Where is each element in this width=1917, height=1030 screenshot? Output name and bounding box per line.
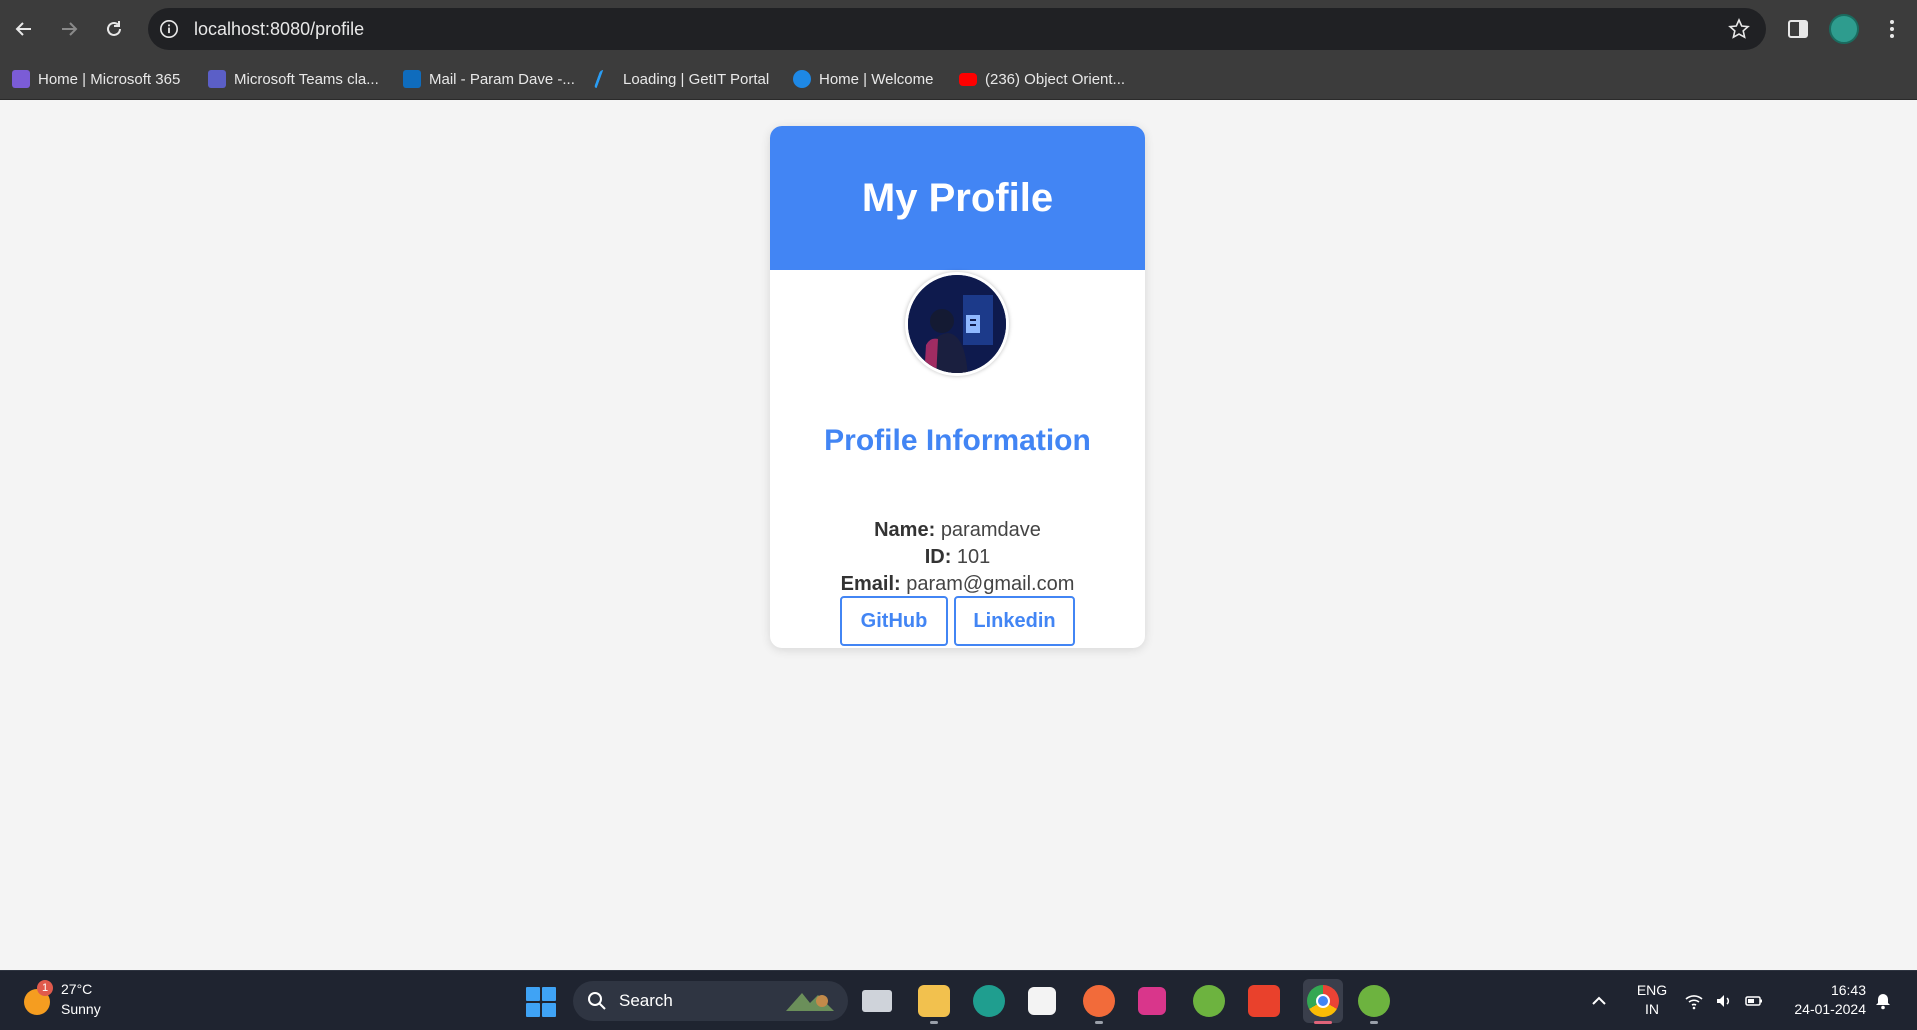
linkedin-button[interactable]: Linkedin — [954, 596, 1075, 646]
battery-icon[interactable] — [1744, 991, 1764, 1011]
weather-temp[interactable]: 27°C — [61, 981, 92, 997]
bookmark-label: Loading | GetIT Portal — [623, 70, 770, 88]
page-content: My Profile Profile Information Name: par… — [0, 100, 1917, 970]
bookmark-label: Microsoft Teams cla... — [234, 70, 379, 88]
bookmark-item[interactable]: Home | Welcome — [793, 58, 934, 100]
outlook-icon — [403, 70, 421, 88]
email-row: Email: param@gmail.com — [770, 573, 1145, 596]
teams-icon — [208, 70, 226, 88]
bookmarks-bar: Home | Microsoft 365 Microsoft Teams cla… — [0, 58, 1917, 100]
name-label: Name: — [874, 519, 936, 541]
wifi-icon[interactable] — [1684, 991, 1704, 1011]
microsoft365-icon — [12, 70, 30, 88]
section-title: Profile Information — [824, 424, 1091, 457]
chevron-up-icon[interactable] — [1589, 991, 1609, 1011]
email-value: param@gmail.com — [906, 573, 1075, 595]
file-explorer-icon[interactable] — [918, 985, 950, 1017]
bookmark-star-icon[interactable] — [1728, 18, 1750, 40]
avatar-image — [908, 275, 1006, 373]
spring-tools-icon[interactable] — [1193, 985, 1225, 1017]
clock-date: 24-01-2024 — [1794, 1001, 1866, 1017]
running-indicator — [1370, 1021, 1378, 1024]
bookmark-item[interactable]: Microsoft Teams cla... — [208, 58, 379, 100]
language-indicator[interactable]: ENG IN — [1632, 981, 1672, 1019]
site-info-icon[interactable] — [158, 18, 180, 40]
search-highlight-icon — [786, 993, 834, 1011]
name-row: Name: paramdave — [770, 519, 1145, 542]
profile-avatar-button[interactable] — [1829, 14, 1859, 44]
windows-logo-icon — [542, 987, 556, 1001]
bookmark-label: (236) Object Orient... — [985, 70, 1126, 88]
windows-logo-icon — [526, 987, 540, 1001]
weather-desc[interactable]: Sunny — [61, 1001, 101, 1017]
id-row: ID: 101 — [770, 546, 1145, 569]
intellij-icon[interactable] — [1138, 987, 1166, 1015]
bookmark-label: Home | Welcome — [819, 70, 934, 88]
store-icon[interactable] — [1028, 987, 1056, 1015]
windows-logo-icon — [526, 1003, 540, 1017]
getit-icon — [593, 70, 609, 88]
page-title: My Profile — [861, 175, 1054, 220]
reload-button[interactable] — [97, 12, 131, 46]
id-value: 101 — [956, 546, 991, 568]
bookmark-label: Home | Microsoft 365 — [38, 70, 181, 88]
task-view-icon[interactable] — [862, 990, 892, 1012]
url-text[interactable]: localhost:8080/profile — [194, 8, 364, 50]
link-buttons: GitHub Linkedin — [770, 596, 1145, 646]
volume-icon[interactable] — [1714, 991, 1734, 1011]
wps-office-icon[interactable] — [1248, 985, 1280, 1017]
taskbar: 1 27°C Sunny Search ENG IN 16:43 24-01-2… — [0, 970, 1917, 1030]
address-bar[interactable]: localhost:8080/profile — [148, 8, 1766, 50]
back-button[interactable] — [7, 12, 41, 46]
lang-line2: IN — [1645, 1001, 1659, 1017]
arrow-right-icon — [62, 22, 78, 36]
id-label: ID: — [924, 546, 952, 568]
bookmark-label: Mail - Param Dave -... — [429, 70, 575, 88]
forward-button[interactable] — [52, 12, 86, 46]
avatar — [905, 272, 1009, 376]
windows-logo-icon — [542, 1003, 556, 1017]
spring-tools-icon[interactable] — [1358, 985, 1390, 1017]
chrome-icon-center — [1316, 994, 1330, 1008]
side-panel-icon[interactable] — [1786, 17, 1810, 41]
postman-icon[interactable] — [1083, 985, 1115, 1017]
bookmark-item[interactable]: Home | Microsoft 365 — [12, 58, 180, 100]
profile-card: My Profile Profile Information Name: par… — [770, 126, 1145, 648]
search-icon — [588, 992, 606, 1010]
bookmark-item[interactable]: Loading | GetIT Portal — [593, 58, 770, 100]
email-label: Email: — [840, 573, 901, 595]
running-indicator-active — [1314, 1021, 1332, 1024]
browser-toolbar: localhost:8080/profile — [0, 0, 1917, 58]
taskbar-search[interactable]: Search — [573, 981, 848, 1021]
chrome-active-tile[interactable] — [1303, 979, 1343, 1023]
kebab-menu-icon[interactable] — [1880, 15, 1904, 43]
notification-bell-icon[interactable] — [1873, 991, 1893, 1011]
card-header: My Profile — [770, 126, 1145, 270]
k-icon — [793, 70, 811, 88]
bookmark-item[interactable]: Mail - Param Dave -... — [403, 58, 575, 100]
search-label: Search — [619, 991, 673, 1010]
bookmark-item[interactable]: (236) Object Orient... — [959, 58, 1125, 100]
running-indicator — [930, 1021, 938, 1024]
youtube-icon — [959, 72, 977, 86]
edge-icon[interactable] — [973, 985, 1005, 1017]
github-button[interactable]: GitHub — [840, 596, 948, 646]
lang-line1: ENG — [1636, 982, 1668, 998]
arrow-left-icon — [15, 22, 31, 36]
chrome-icon — [1307, 985, 1339, 1017]
system-clock[interactable]: 16:43 24-01-2024 — [1780, 981, 1866, 1019]
notification-badge: 1 — [37, 980, 53, 996]
name-value: paramdave — [940, 519, 1041, 541]
running-indicator — [1095, 1021, 1103, 1024]
clock-time: 16:43 — [1830, 982, 1866, 998]
start-button[interactable] — [526, 987, 556, 1017]
reload-icon — [107, 21, 121, 36]
